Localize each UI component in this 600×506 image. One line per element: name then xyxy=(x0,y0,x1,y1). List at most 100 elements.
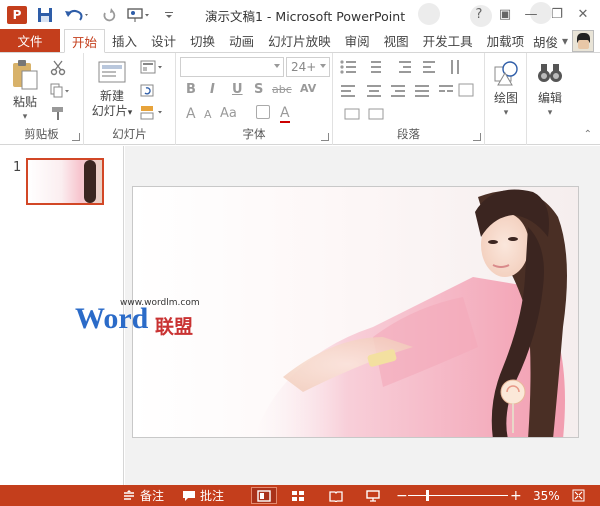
clipboard-group-label: 剪贴板 xyxy=(24,127,59,141)
text-shadow-button[interactable]: S xyxy=(254,82,263,97)
tab-view[interactable]: 视图 xyxy=(377,29,416,52)
tab-insert[interactable]: 插入 xyxy=(105,29,144,52)
app-icon: P xyxy=(6,4,28,26)
slides-group: 新建 幻灯片▾ 幻灯片 xyxy=(84,53,176,145)
bullets-icon[interactable] xyxy=(339,59,479,123)
tab-animations[interactable]: 动画 xyxy=(222,29,261,52)
minimize-button[interactable]: — xyxy=(518,3,544,25)
cut-icon[interactable] xyxy=(50,60,66,76)
drawing-dropdown-icon: ▾ xyxy=(503,108,509,118)
font-group-label: 字体 xyxy=(242,127,266,141)
maximize-button[interactable]: ❐ xyxy=(544,3,570,25)
section-icon[interactable] xyxy=(140,105,166,121)
clear-formatting-icon[interactable] xyxy=(256,105,270,119)
layout-icon[interactable] xyxy=(140,60,166,76)
increase-font-size-button[interactable]: A xyxy=(186,106,196,122)
redo-icon[interactable] xyxy=(98,4,120,26)
undo-icon[interactable] xyxy=(62,4,92,26)
tab-review[interactable]: 审阅 xyxy=(338,29,377,52)
quick-access-toolbar: P xyxy=(0,0,186,29)
user-account[interactable]: 胡俊 ▾ xyxy=(533,29,600,53)
powerpoint-window: P 演示文稿1 - Microsoft PowerPoint ? ▣ — ❐ ✕… xyxy=(0,0,600,506)
shapes-icon xyxy=(494,61,518,86)
slide-number: 1 xyxy=(13,160,22,175)
title-bar: P 演示文稿1 - Microsoft PowerPoint ? ▣ — ❐ ✕ xyxy=(0,0,600,29)
paragraph-launcher-icon[interactable] xyxy=(473,133,481,141)
drawing-label: 绘图 xyxy=(493,91,518,105)
decrease-font-size-button[interactable]: A xyxy=(204,108,212,121)
drawing-group: 绘图 ▾ xyxy=(485,53,527,145)
reset-icon[interactable] xyxy=(140,83,156,99)
user-dropdown-icon: ▾ xyxy=(561,34,568,48)
window-title: 演示文稿1 - Microsoft PowerPoint xyxy=(205,9,406,24)
slide-photo-image xyxy=(133,187,578,437)
decorative-skull-icon xyxy=(418,3,440,25)
slideshow-view-icon[interactable] xyxy=(366,487,380,504)
font-group: 24+ B I U S abc AV A A Aa A 字体 xyxy=(176,53,333,145)
clipboard-launcher-icon[interactable] xyxy=(72,133,80,141)
editing-button[interactable]: 编辑 ▾ xyxy=(533,59,567,121)
font-color-button[interactable]: A xyxy=(280,105,290,123)
paste-label: 粘贴 xyxy=(12,95,37,109)
slide-sorter-view-icon[interactable] xyxy=(291,487,305,504)
font-size-combo[interactable]: 24+ xyxy=(286,57,330,77)
paste-dropdown-icon: ▾ xyxy=(22,112,28,122)
new-slide-icon xyxy=(98,61,126,83)
comments-button[interactable]: 批注 xyxy=(182,487,224,504)
underline-button[interactable]: U xyxy=(232,82,243,97)
font-size-dropdown-icon xyxy=(320,64,326,68)
tab-design[interactable]: 设计 xyxy=(144,29,183,52)
ribbon-tabs: 文件 开始 插入 设计 切换 动画 幻灯片放映 审阅 视图 开发工具 加载项 胡… xyxy=(0,29,600,53)
binoculars-icon xyxy=(538,64,562,82)
new-slide-label-line1: 新建 xyxy=(99,89,124,103)
editing-dropdown-icon: ▾ xyxy=(547,108,553,118)
font-name-combo[interactable] xyxy=(180,57,284,77)
zoom-out-button[interactable]: − xyxy=(396,487,408,504)
notes-button[interactable]: 备注 xyxy=(122,487,164,504)
customize-toolbar-icon[interactable] xyxy=(158,4,180,26)
collapse-ribbon-icon[interactable]: ⌃ xyxy=(584,129,592,140)
slide-thumbnail[interactable] xyxy=(26,158,104,205)
change-case-button[interactable]: Aa xyxy=(220,106,237,121)
slide-canvas[interactable] xyxy=(132,186,579,438)
user-name: 胡俊 xyxy=(532,34,558,50)
paste-icon xyxy=(13,60,38,90)
tab-transitions[interactable]: 切换 xyxy=(183,29,222,52)
start-from-beginning-icon[interactable] xyxy=(126,4,152,26)
tab-home[interactable]: 开始 xyxy=(64,29,106,53)
format-painter-icon[interactable] xyxy=(50,105,66,121)
copy-icon[interactable] xyxy=(50,83,72,99)
close-button[interactable]: ✕ xyxy=(570,3,596,25)
zoom-slider-track[interactable] xyxy=(408,495,508,496)
clipboard-group: 粘贴 ▾ 剪贴板 xyxy=(0,53,84,145)
new-slide-label-line2: 幻灯片▾ xyxy=(91,104,133,118)
tab-file[interactable]: 文件 xyxy=(0,29,60,52)
tab-developer[interactable]: 开发工具 xyxy=(416,29,480,52)
watermark-word: Word xyxy=(75,302,149,335)
zoom-in-button[interactable]: + xyxy=(510,487,522,504)
window-controls: ? ▣ — ❐ ✕ xyxy=(466,3,596,25)
italic-button[interactable]: I xyxy=(210,82,215,97)
ribbon-display-options-button[interactable]: ▣ xyxy=(492,3,518,25)
zoom-level[interactable]: 35% xyxy=(533,487,560,504)
slides-group-label: 幻灯片 xyxy=(112,127,147,141)
reading-view-icon[interactable] xyxy=(329,487,343,504)
editing-group: 编辑 ▾ xyxy=(527,53,572,145)
help-button[interactable]: ? xyxy=(466,3,492,25)
editing-label: 编辑 xyxy=(537,91,562,105)
new-slide-button[interactable]: 新建 幻灯片▾ xyxy=(90,59,134,121)
font-launcher-icon[interactable] xyxy=(321,133,329,141)
character-spacing-button[interactable]: AV xyxy=(300,82,316,95)
tab-slideshow[interactable]: 幻灯片放映 xyxy=(261,29,338,52)
paste-button[interactable]: 粘贴 ▾ xyxy=(8,59,42,125)
save-icon[interactable] xyxy=(34,4,56,26)
drawing-button[interactable]: 绘图 ▾ xyxy=(490,59,522,121)
strikethrough-button[interactable]: abc xyxy=(272,83,292,96)
tab-addins[interactable]: 加载项 xyxy=(480,29,532,52)
fit-slide-icon[interactable] xyxy=(572,487,585,504)
zoom-slider-handle[interactable] xyxy=(425,490,429,501)
normal-view-icon[interactable] xyxy=(251,487,277,504)
bold-button[interactable]: B xyxy=(186,82,196,97)
comment-icon xyxy=(183,490,195,501)
status-bar: 备注 批注 − + 35% xyxy=(0,485,600,506)
